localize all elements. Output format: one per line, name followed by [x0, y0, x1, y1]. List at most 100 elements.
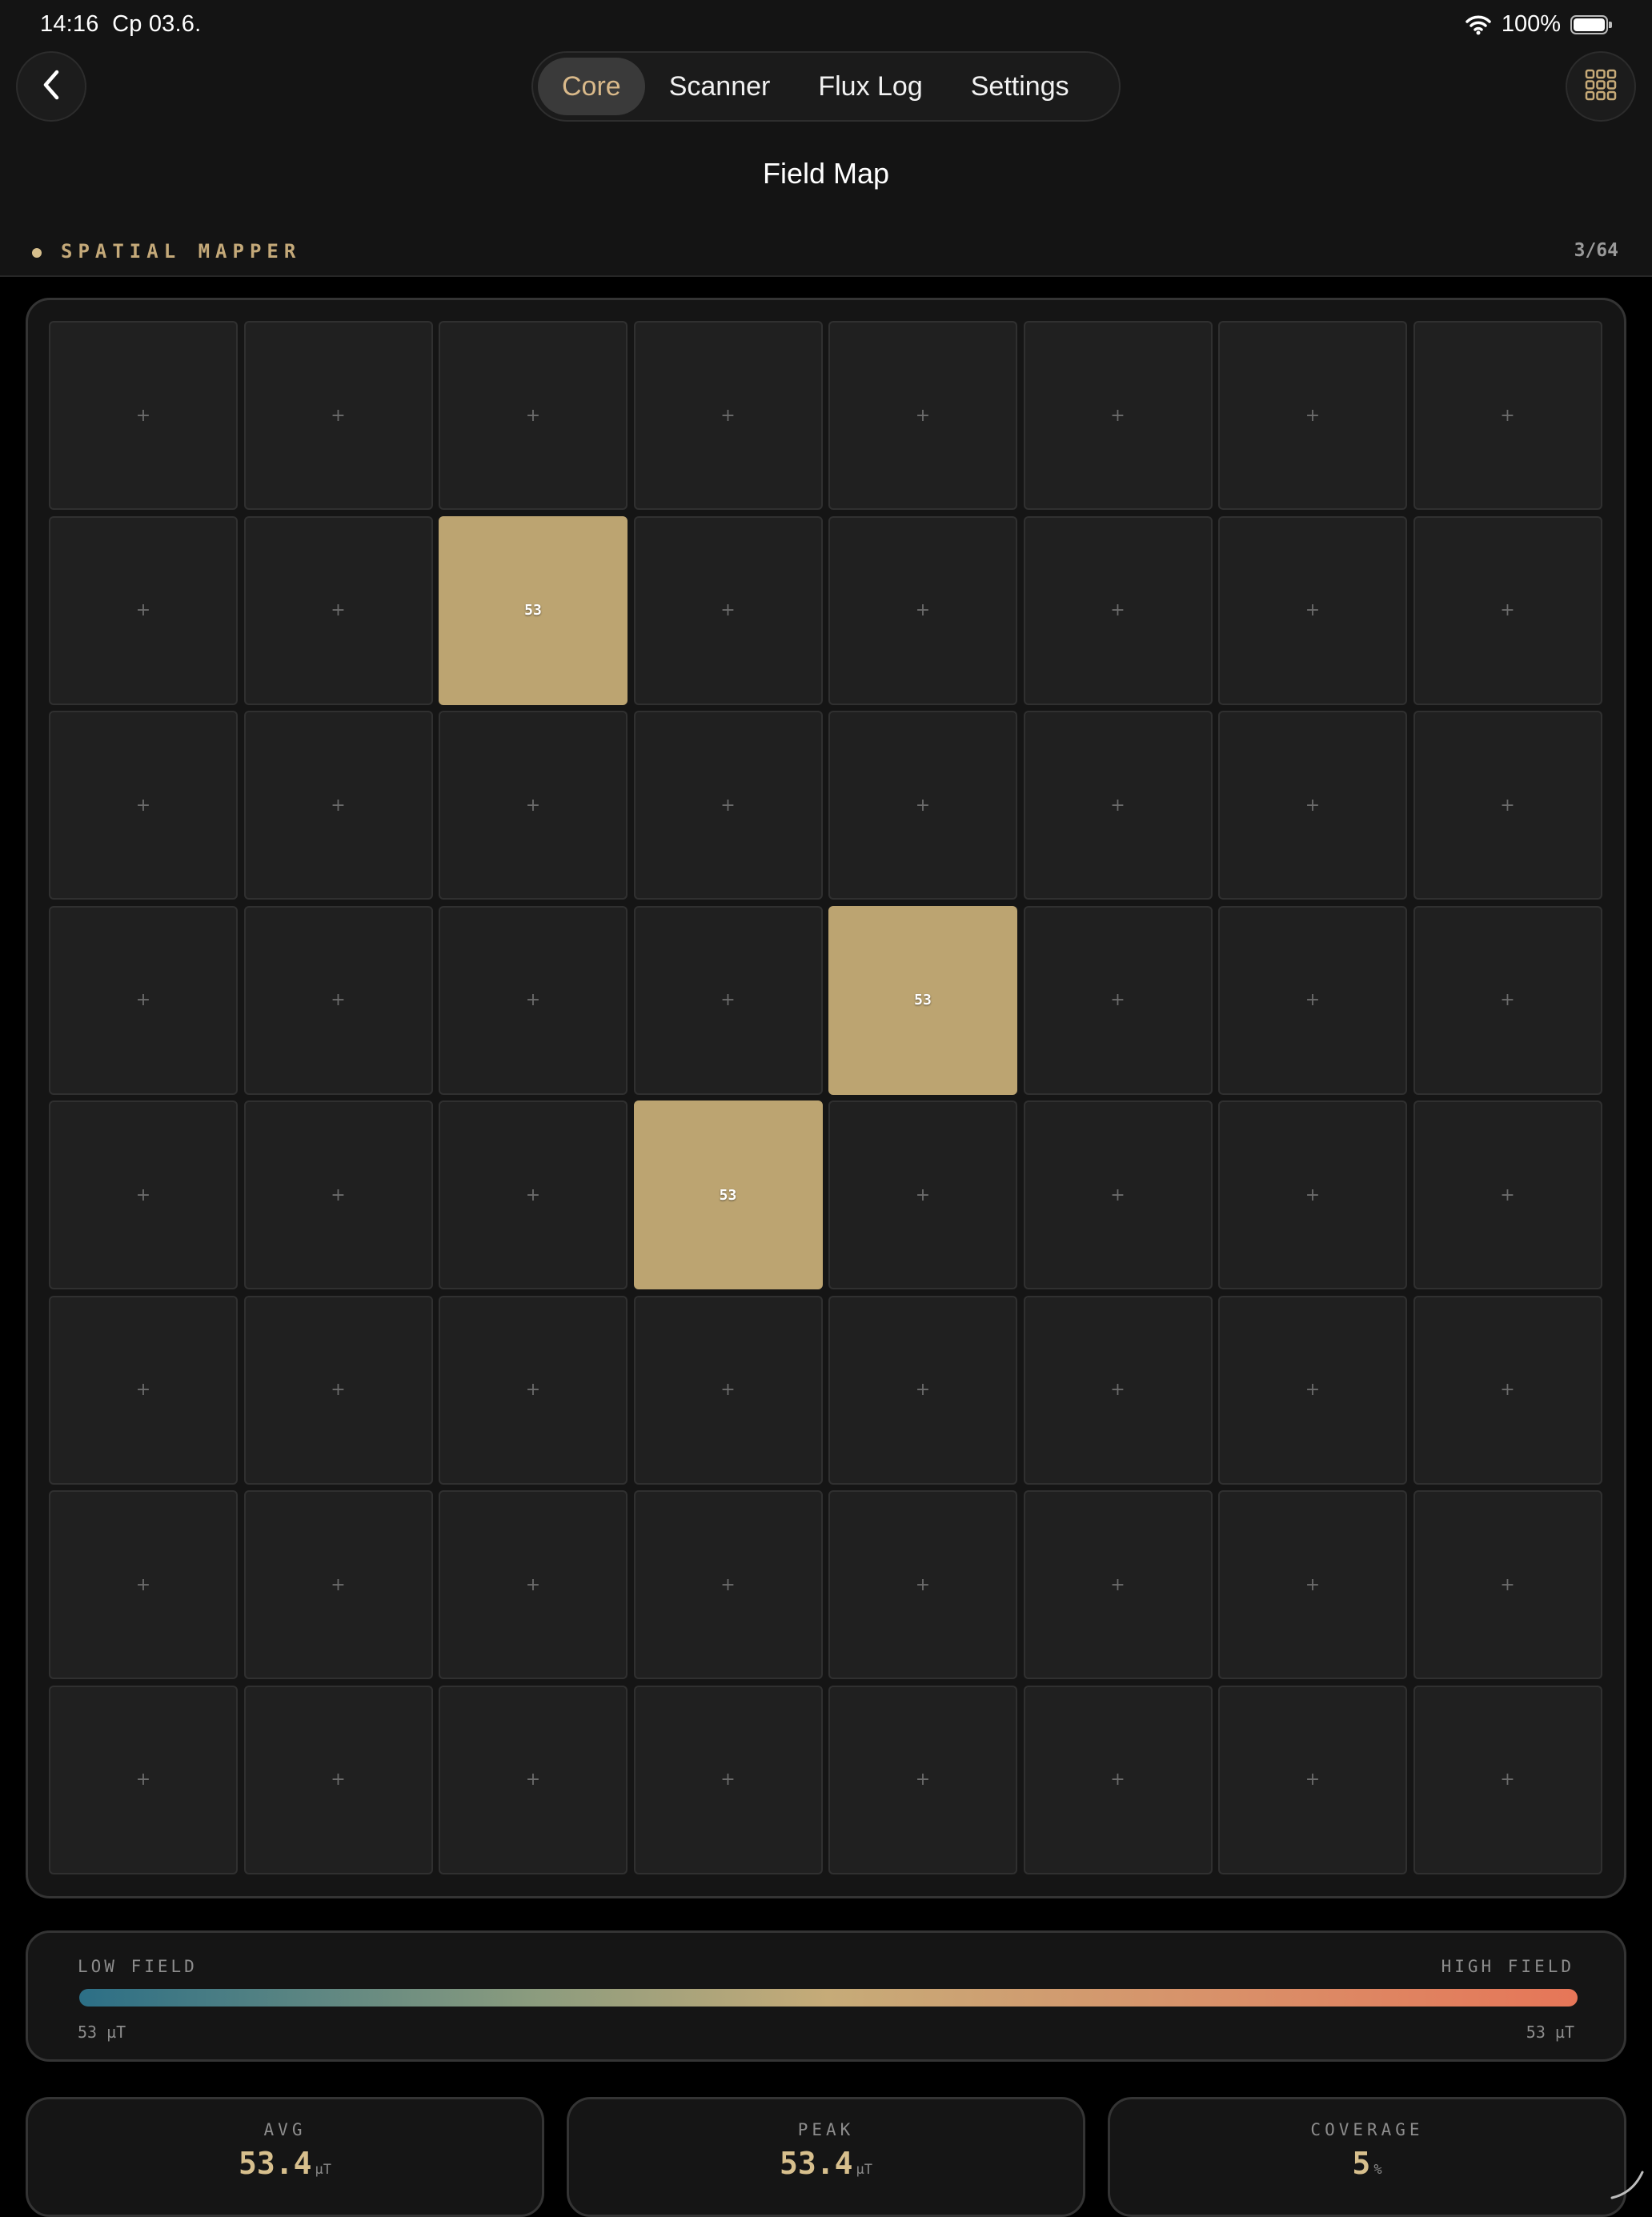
- tab-settings[interactable]: Settings: [947, 58, 1093, 115]
- chevron-left-icon: [38, 67, 65, 106]
- map-cell-empty[interactable]: +: [1024, 1686, 1213, 1874]
- map-cell-empty[interactable]: +: [439, 711, 628, 900]
- plus-icon: +: [916, 406, 930, 426]
- tab-flux-log[interactable]: Flux Log: [794, 58, 946, 115]
- map-cell-empty[interactable]: +: [49, 516, 238, 705]
- map-cell-empty[interactable]: +: [634, 1686, 823, 1874]
- map-cell-empty[interactable]: +: [1024, 516, 1213, 705]
- plus-icon: +: [916, 1185, 930, 1205]
- back-button[interactable]: [16, 51, 86, 122]
- map-cell-empty[interactable]: +: [244, 1296, 433, 1485]
- map-cell-empty[interactable]: +: [49, 321, 238, 510]
- map-cell-empty[interactable]: +: [1024, 1100, 1213, 1289]
- map-cell-empty[interactable]: +: [828, 1296, 1017, 1485]
- resize-handle-icon[interactable]: [1609, 2164, 1646, 2201]
- field-map-grid: ++++++++++53+++++++++++++++++53++++++53+…: [26, 298, 1626, 1898]
- plus-icon: +: [1500, 990, 1514, 1010]
- map-cell-empty[interactable]: +: [634, 1490, 823, 1679]
- map-cell-empty[interactable]: +: [1218, 516, 1407, 705]
- map-cell-reading[interactable]: 53: [439, 516, 628, 705]
- map-cell-empty[interactable]: +: [244, 321, 433, 510]
- status-time: 14:16 Cp 03.6.: [40, 11, 201, 38]
- plus-icon: +: [1305, 406, 1320, 426]
- map-cell-empty[interactable]: +: [828, 711, 1017, 900]
- plus-icon: +: [526, 1380, 540, 1400]
- map-cell-empty[interactable]: +: [439, 321, 628, 510]
- map-cell-empty[interactable]: +: [439, 1686, 628, 1874]
- map-cell-empty[interactable]: +: [244, 906, 433, 1095]
- map-cell-empty[interactable]: +: [1218, 321, 1407, 510]
- map-cell-empty[interactable]: +: [1413, 1100, 1602, 1289]
- plus-icon: +: [1110, 600, 1125, 620]
- plus-icon: +: [526, 1185, 540, 1205]
- plus-icon: +: [331, 990, 345, 1010]
- map-cell-empty[interactable]: +: [244, 1686, 433, 1874]
- status-date: Cp 03.6.: [112, 11, 201, 37]
- map-cell-empty[interactable]: +: [439, 1100, 628, 1289]
- stat-peak-value: 53.4: [780, 2146, 853, 2181]
- map-cell-empty[interactable]: +: [634, 516, 823, 705]
- plus-icon: +: [1305, 1770, 1320, 1790]
- map-cell-empty[interactable]: +: [1218, 711, 1407, 900]
- map-cell-empty[interactable]: +: [49, 1296, 238, 1485]
- plus-icon: +: [720, 406, 735, 426]
- map-cell-empty[interactable]: +: [828, 1686, 1017, 1874]
- plus-icon: +: [1305, 1185, 1320, 1205]
- map-cell-reading[interactable]: 53: [634, 1100, 823, 1289]
- map-cell-empty[interactable]: +: [244, 711, 433, 900]
- legend-gradient-bar: [79, 1989, 1578, 2007]
- map-cell-empty[interactable]: +: [1413, 1490, 1602, 1679]
- apps-button[interactable]: [1566, 51, 1636, 122]
- plus-icon: +: [1500, 1185, 1514, 1205]
- map-cell-empty[interactable]: +: [828, 1100, 1017, 1289]
- map-cell-reading[interactable]: 53: [828, 906, 1017, 1095]
- map-cell-empty[interactable]: +: [1024, 321, 1213, 510]
- map-cell-empty[interactable]: +: [49, 1686, 238, 1874]
- map-cell-empty[interactable]: +: [49, 906, 238, 1095]
- tab-scanner[interactable]: Scanner: [645, 58, 795, 115]
- map-cell-empty[interactable]: +: [1218, 1490, 1407, 1679]
- map-cell-empty[interactable]: +: [1024, 1296, 1213, 1485]
- map-cell-empty[interactable]: +: [244, 516, 433, 705]
- plus-icon: +: [916, 600, 930, 620]
- plus-icon: +: [1110, 406, 1125, 426]
- map-cell-empty[interactable]: +: [634, 321, 823, 510]
- map-cell-empty[interactable]: +: [1413, 321, 1602, 510]
- tab-core[interactable]: Core: [538, 58, 645, 115]
- map-cell-empty[interactable]: +: [828, 321, 1017, 510]
- map-cell-empty[interactable]: +: [439, 1490, 628, 1679]
- status-clock: 14:16: [40, 11, 99, 37]
- plus-icon: +: [136, 796, 150, 816]
- map-cell-empty[interactable]: +: [1413, 1296, 1602, 1485]
- map-cell-empty[interactable]: +: [1218, 1296, 1407, 1485]
- map-cell-empty[interactable]: +: [634, 1296, 823, 1485]
- map-cell-empty[interactable]: +: [244, 1490, 433, 1679]
- map-cell-empty[interactable]: +: [439, 1296, 628, 1485]
- map-cell-empty[interactable]: +: [1024, 1490, 1213, 1679]
- map-cell-empty[interactable]: +: [1218, 1686, 1407, 1874]
- plus-icon: +: [1110, 1575, 1125, 1595]
- map-cell-empty[interactable]: +: [1218, 906, 1407, 1095]
- map-cell-empty[interactable]: +: [828, 1490, 1017, 1679]
- map-cell-empty[interactable]: +: [634, 711, 823, 900]
- map-cell-empty[interactable]: +: [244, 1100, 433, 1289]
- map-cell-empty[interactable]: +: [1413, 516, 1602, 705]
- map-cell-empty[interactable]: +: [49, 1100, 238, 1289]
- map-cell-empty[interactable]: +: [49, 711, 238, 900]
- map-cell-empty[interactable]: +: [1024, 906, 1213, 1095]
- map-cell-empty[interactable]: +: [634, 906, 823, 1095]
- map-cell-empty[interactable]: +: [1413, 906, 1602, 1095]
- page-title: Field Map: [0, 157, 1652, 190]
- map-cell-empty[interactable]: +: [1413, 1686, 1602, 1874]
- map-cell-empty[interactable]: +: [439, 906, 628, 1095]
- stat-card-peak: PEAK 53.4µT: [567, 2097, 1085, 2217]
- stat-card-avg: AVG 53.4µT: [26, 2097, 544, 2217]
- map-cell-empty[interactable]: +: [1024, 711, 1213, 900]
- map-cell-empty[interactable]: +: [49, 1490, 238, 1679]
- map-cell-empty[interactable]: +: [828, 516, 1017, 705]
- plus-icon: +: [1500, 796, 1514, 816]
- map-cell-empty[interactable]: +: [1413, 711, 1602, 900]
- grid-icon: [1584, 68, 1618, 106]
- map-cell-empty[interactable]: +: [1218, 1100, 1407, 1289]
- plus-icon: +: [1305, 990, 1320, 1010]
